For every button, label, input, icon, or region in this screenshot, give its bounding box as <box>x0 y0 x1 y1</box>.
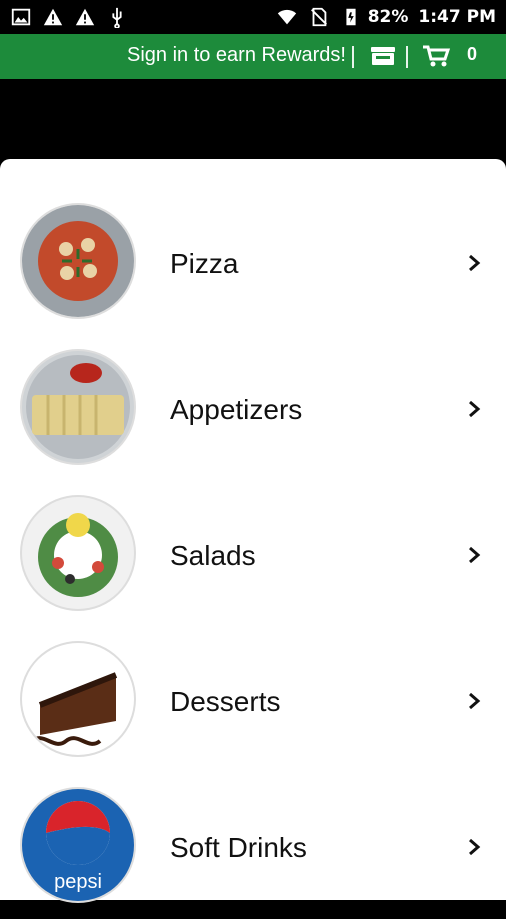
store-icon[interactable] <box>368 42 398 70</box>
chevron-right-icon <box>464 545 484 565</box>
chevron-right-icon <box>464 691 484 711</box>
chevron-right-icon <box>464 253 484 273</box>
battery-indicator: 82% <box>340 6 409 28</box>
category-label: Appetizers <box>170 394 303 425</box>
battery-percent: 82% <box>367 7 409 27</box>
category-item-desserts[interactable]: Desserts <box>0 627 506 773</box>
category-item-appetizers[interactable]: Appetizers <box>0 335 506 481</box>
category-item-pizza[interactable]: Pizza <box>0 189 506 335</box>
warning-icon <box>74 6 96 28</box>
wifi-icon <box>276 6 298 28</box>
pepsi-logo-text: pepsi <box>54 871 102 893</box>
category-label: Salads <box>170 540 256 571</box>
image-icon <box>10 6 32 28</box>
pizza-thumbnail <box>22 205 134 317</box>
status-left <box>10 6 128 28</box>
dessert-thumbnail <box>22 643 134 755</box>
category-item-soft-drinks[interactable]: pepsi Soft Drinks <box>0 773 506 919</box>
header-banner <box>0 79 506 159</box>
category-label: Pizza <box>170 248 239 279</box>
no-sim-icon <box>308 6 330 28</box>
divider <box>406 46 408 68</box>
warning-icon <box>42 6 64 28</box>
category-label: Desserts <box>170 686 281 717</box>
category-item-salads[interactable]: Salads <box>0 481 506 627</box>
appetizers-thumbnail <box>22 351 134 463</box>
status-bar: 82% 1:47 PM <box>0 0 506 34</box>
cart-count: 0 <box>466 44 477 64</box>
category-label: Soft Drinks <box>170 832 307 863</box>
salad-thumbnail <box>22 497 134 609</box>
signin-rewards-link[interactable]: Sign in to earn Rewards! <box>127 44 346 67</box>
clock: 1:47 PM <box>418 7 496 27</box>
pepsi-logo: pepsi <box>22 789 134 901</box>
category-list: Pizza Appetizers Salads Desserts pepsi S… <box>0 159 506 901</box>
chevron-right-icon <box>464 399 484 419</box>
cart-icon[interactable] <box>421 42 451 70</box>
status-right: 82% 1:47 PM <box>276 6 496 28</box>
chevron-right-icon <box>464 837 484 857</box>
top-bar: Sign in to earn Rewards! 0 <box>0 34 506 79</box>
battery-icon <box>340 6 362 28</box>
divider <box>352 46 354 68</box>
usb-icon <box>106 6 128 28</box>
